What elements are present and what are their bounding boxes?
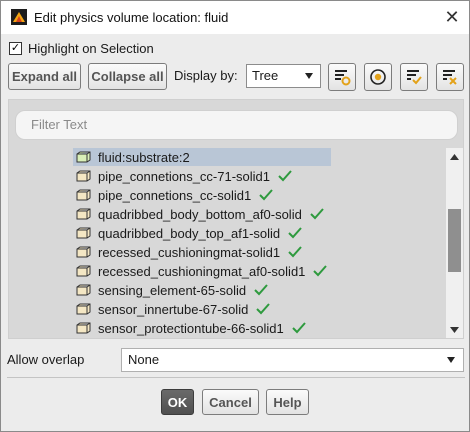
- checklist-clear-icon: [443, 70, 457, 85]
- list-item[interactable]: sensor_protectiontube-66-solid1: [73, 319, 306, 337]
- chevron-down-icon: [305, 73, 313, 79]
- volume-icon: [76, 246, 91, 258]
- highlight-on-selection[interactable]: ✓ Highlight on Selection: [9, 39, 154, 57]
- filter-select-button[interactable]: [328, 63, 356, 91]
- help-button[interactable]: Help: [266, 389, 309, 415]
- check-icon: [310, 208, 324, 220]
- check-icon: [256, 303, 271, 315]
- check-icon: [288, 246, 302, 258]
- collapse-all-button[interactable]: Collapse all: [88, 63, 167, 90]
- display-by-label: Display by:: [174, 68, 238, 83]
- list-item[interactable]: quadribbed_body_top_af1-solid: [73, 224, 302, 242]
- display-by-select[interactable]: Tree: [246, 64, 321, 88]
- scroll-down-icon[interactable]: [446, 321, 463, 338]
- allow-overlap-select[interactable]: None: [121, 348, 464, 372]
- list-item[interactable]: fluid:substrate:2: [73, 148, 331, 166]
- highlight-label: Highlight on Selection: [28, 40, 154, 56]
- chevron-down-icon: [447, 357, 455, 363]
- check-icon: [278, 170, 292, 182]
- check-icon: [292, 322, 306, 334]
- list-item-label: sensor_protectiontube-66-solid1: [98, 320, 284, 336]
- list-item[interactable]: recessed_cushioningmat-solid1: [73, 243, 302, 261]
- list-item-label: quadribbed_body_bottom_af0-solid: [98, 206, 302, 222]
- list-item[interactable]: pipe_connetions_cc-solid1: [73, 186, 273, 204]
- title-bar: Edit physics volume location: fluid ✕: [1, 1, 469, 34]
- list-item-label: fluid:substrate:2: [98, 149, 190, 165]
- window-title: Edit physics volume location: fluid: [34, 10, 229, 25]
- list-item-label: pipe_connetions_cc-71-solid1: [98, 168, 271, 184]
- check-icon: [313, 265, 328, 277]
- allow-overlap-value: None: [128, 352, 160, 367]
- list-item[interactable]: sensor_innertube-67-solid: [73, 300, 271, 318]
- volume-icon: [76, 265, 91, 277]
- check-icon: [259, 189, 273, 201]
- ok-button[interactable]: OK: [161, 389, 194, 415]
- radio-target-icon: [370, 69, 386, 85]
- divider: [7, 377, 465, 378]
- list-item[interactable]: recessed_cushioningmat_af0-solid1: [73, 262, 328, 280]
- filter-text-input[interactable]: Filter Text: [15, 110, 458, 140]
- list-item[interactable]: pipe_connetions_cc-71-solid1: [73, 167, 292, 185]
- dialog-window: Edit physics volume location: fluid ✕ ✓ …: [0, 0, 470, 432]
- list-item-label: sensing_element-65-solid: [98, 282, 247, 298]
- list-item-label: recessed_cushioningmat_af0-solid1: [98, 263, 306, 279]
- highlight-checkbox[interactable]: ✓: [9, 41, 22, 55]
- select-all-button[interactable]: [400, 63, 428, 91]
- scroll-up-icon[interactable]: [446, 148, 463, 165]
- cancel-button[interactable]: Cancel: [202, 389, 259, 415]
- list-item[interactable]: sensing_element-65-solid: [73, 281, 268, 299]
- check-icon: [254, 284, 268, 296]
- volume-icon: [76, 322, 91, 334]
- radio-target-button[interactable]: [364, 63, 392, 91]
- close-icon[interactable]: ✕: [441, 6, 463, 28]
- check-icon: [288, 227, 302, 239]
- volume-icon: [76, 151, 91, 163]
- list-item-label: pipe_connetions_cc-solid1: [98, 187, 252, 203]
- volume-icon: [76, 170, 91, 182]
- display-by-value: Tree: [252, 68, 279, 83]
- volume-list-panel: Filter Text fluid:substrate:2 pipe_conne…: [8, 99, 464, 339]
- allow-overlap-label: Allow overlap: [7, 352, 85, 367]
- list-item[interactable]: quadribbed_body_bottom_af0-solid: [73, 205, 324, 223]
- app-logo-icon: [11, 9, 27, 25]
- filter-select-icon: [335, 70, 351, 86]
- list-scrollbar[interactable]: [446, 148, 463, 338]
- volume-icon: [76, 303, 91, 315]
- scrollbar-thumb[interactable]: [448, 209, 461, 272]
- volume-icon: [76, 227, 91, 239]
- volume-list: fluid:substrate:2 pipe_connetions_cc-71-…: [9, 148, 447, 338]
- expand-all-button[interactable]: Expand all: [8, 63, 81, 90]
- checklist-check-icon: [407, 70, 422, 85]
- list-item-label: sensor_innertube-67-solid: [98, 301, 249, 317]
- clear-all-button[interactable]: [436, 63, 464, 91]
- list-item-label: recessed_cushioningmat-solid1: [98, 244, 281, 260]
- list-item-label: quadribbed_body_top_af1-solid: [98, 225, 281, 241]
- volume-icon: [76, 208, 91, 220]
- volume-icon: [76, 189, 91, 201]
- volume-icon: [76, 284, 91, 296]
